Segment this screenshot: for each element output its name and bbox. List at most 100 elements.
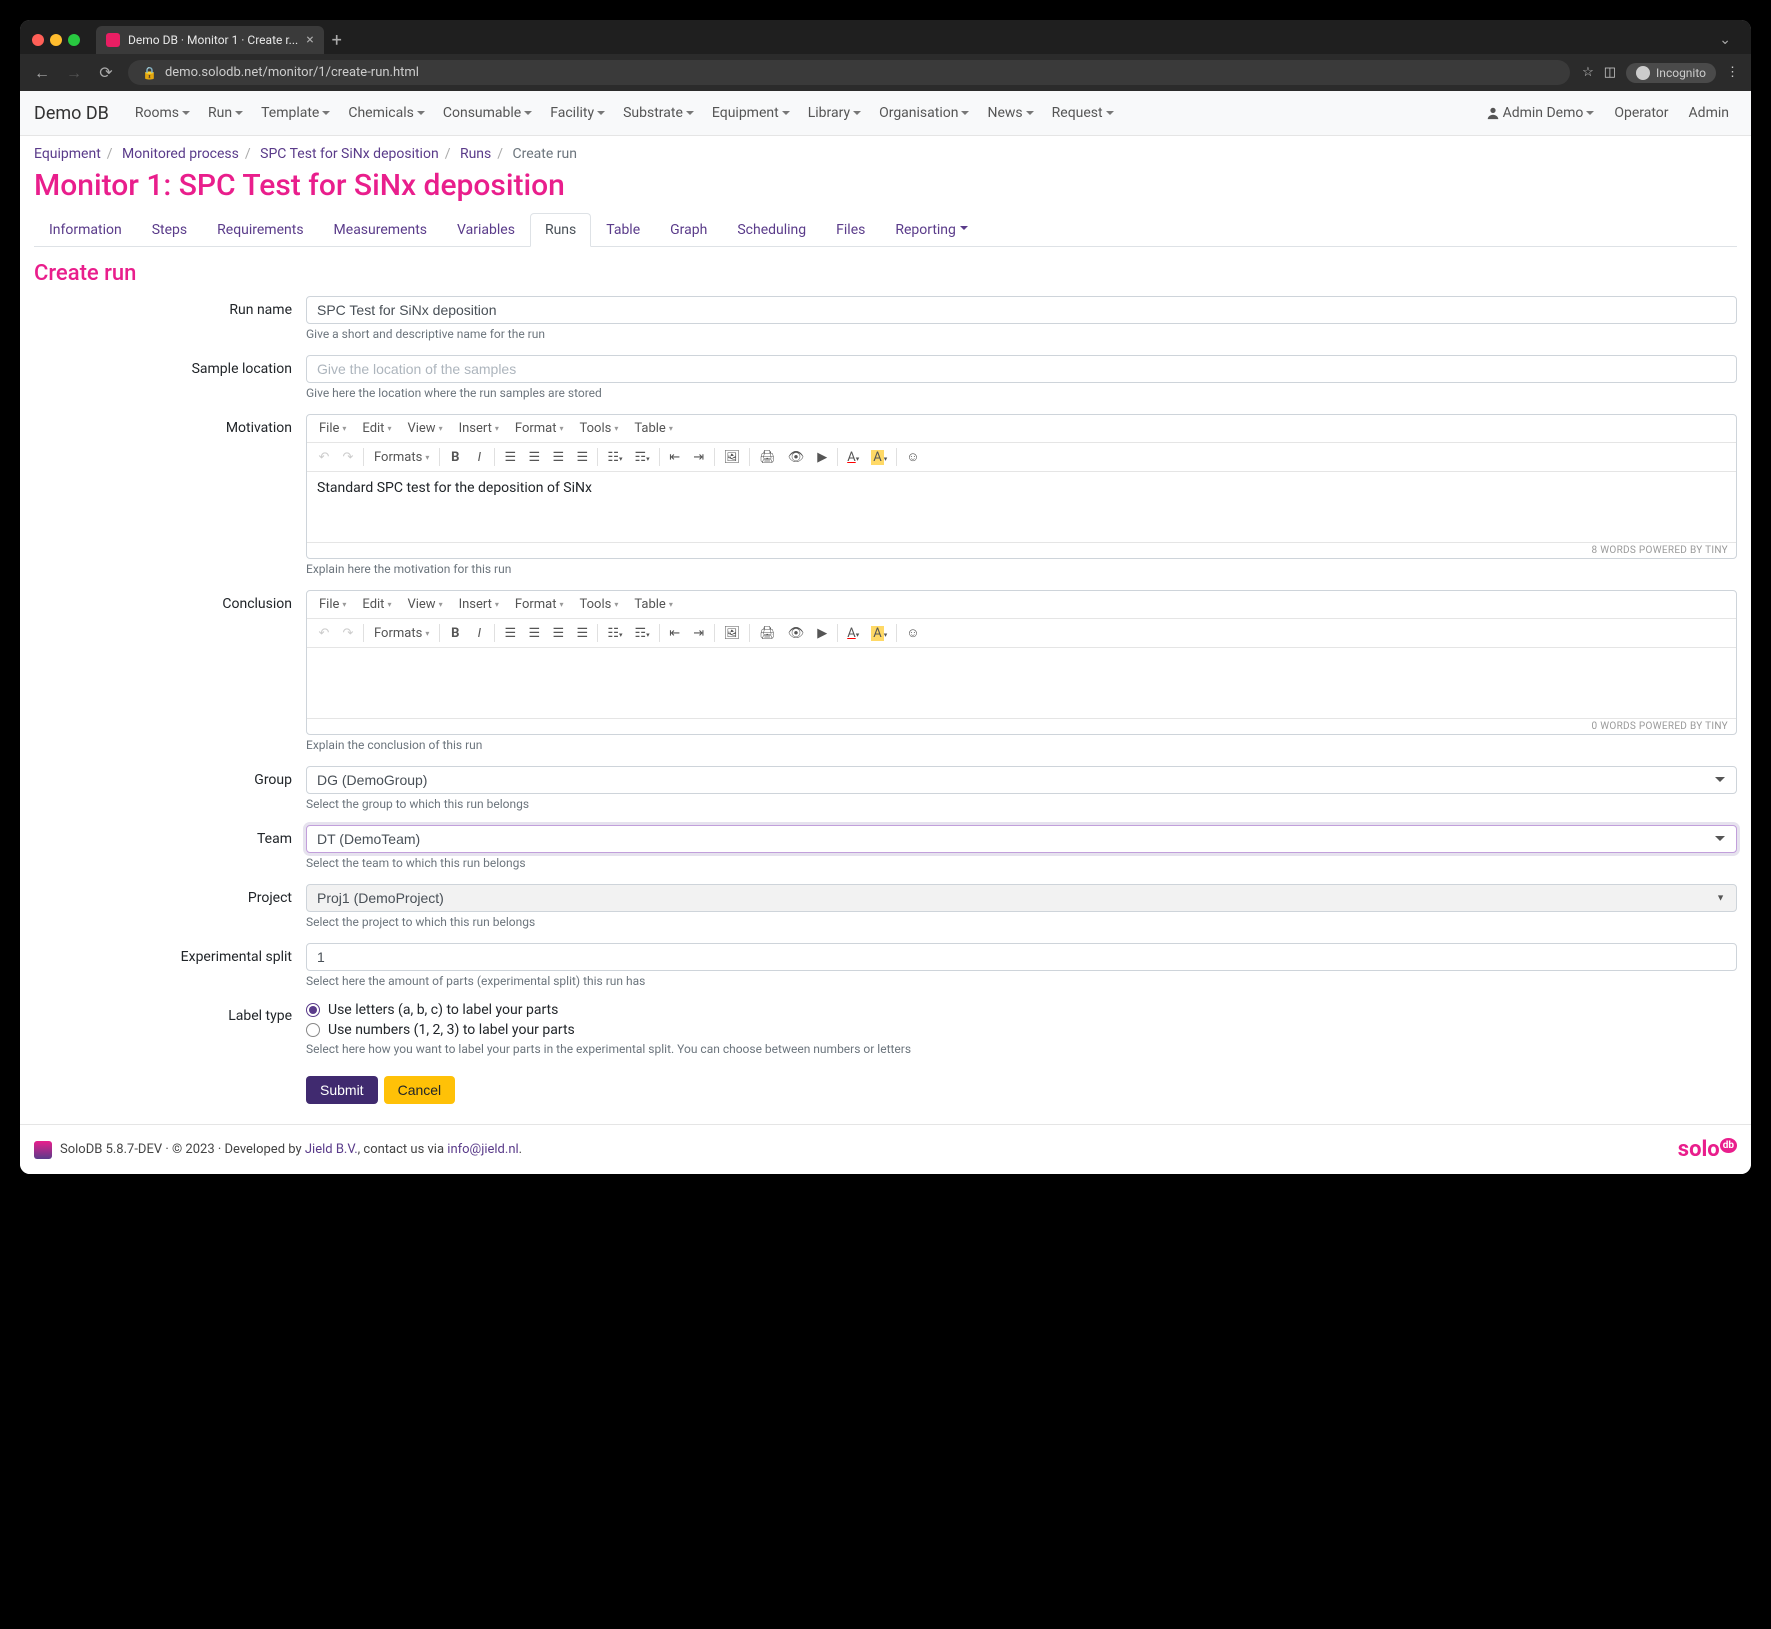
tab-graph[interactable]: Graph [655,213,722,247]
image-icon[interactable]: 🖼 [719,447,746,468]
formats-dropdown[interactable]: Formats▾ [368,447,435,468]
align-justify-icon[interactable]: ☰ [571,447,593,468]
team-select[interactable] [306,825,1737,853]
align-center-icon-2[interactable]: ☰ [523,623,545,644]
nav-user[interactable]: Admin Demo [1478,99,1603,127]
tab-table[interactable]: Table [591,213,655,247]
print-icon-2[interactable]: 🖨 [754,623,781,644]
tiny-insert[interactable]: Insert▾ [453,418,505,439]
italic-icon-2[interactable]: I [468,623,490,644]
bold-icon[interactable]: B [444,447,466,468]
align-left-icon-2[interactable]: ☰ [499,623,521,644]
footer-email-link[interactable]: info@jield.nl [447,1142,518,1157]
url-bar[interactable]: 🔒 demo.solodb.net/monitor/1/create-run.h… [128,60,1570,85]
bold-icon-2[interactable]: B [444,623,466,644]
nav-library[interactable]: Library [800,99,869,127]
nav-admin[interactable]: Admin [1681,99,1737,127]
tiny-tools-2[interactable]: Tools▾ [574,594,625,615]
indent-icon[interactable]: ⇥ [688,447,710,468]
tiny-tools[interactable]: Tools▾ [574,418,625,439]
tab-reporting[interactable]: Reporting [880,213,983,247]
extensions-icon[interactable]: ◫ [1604,65,1616,80]
bullet-list-icon[interactable]: ☷▾ [602,447,627,468]
nav-template[interactable]: Template [253,99,338,127]
nav-rooms[interactable]: Rooms [127,99,198,127]
align-right-icon-2[interactable]: ☰ [547,623,569,644]
formats-dropdown-2[interactable]: Formats▾ [368,623,435,644]
text-color-icon[interactable]: A▾ [842,447,864,468]
undo-icon-2[interactable]: ↶ [313,623,335,644]
radio-letters[interactable] [306,1003,320,1017]
close-tab-icon[interactable]: × [306,32,313,48]
tab-requirements[interactable]: Requirements [202,213,318,247]
redo-icon-2[interactable]: ↷ [337,623,359,644]
breadcrumb-spc[interactable]: SPC Test for SiNx deposition [260,146,439,162]
nav-substrate[interactable]: Substrate [615,99,702,127]
breadcrumb-equipment[interactable]: Equipment [34,146,101,162]
italic-icon[interactable]: I [468,447,490,468]
redo-icon[interactable]: ↷ [337,447,359,468]
emoji-icon[interactable]: ☺ [901,446,924,468]
star-icon[interactable]: ☆ [1582,65,1594,80]
preview-icon-2[interactable]: 👁 [783,623,810,644]
outdent-icon[interactable]: ⇤ [664,447,686,468]
indent-icon-2[interactable]: ⇥ [688,623,710,644]
align-left-icon[interactable]: ☰ [499,447,521,468]
breadcrumb-monitored[interactable]: Monitored process [122,146,239,162]
browser-menu-icon[interactable]: ⋮ [1726,65,1739,80]
run-name-input[interactable] [306,296,1737,324]
media-icon[interactable]: ▶ [811,447,833,468]
submit-button[interactable]: Submit [306,1076,378,1104]
tiny-edit-2[interactable]: Edit▾ [356,594,397,615]
tiny-format-2[interactable]: Format▾ [509,594,570,615]
tiny-view-2[interactable]: View▾ [401,594,448,615]
tab-steps[interactable]: Steps [137,213,202,247]
number-list-icon[interactable]: ☶▾ [630,447,655,468]
minimize-window-icon[interactable] [50,34,62,46]
radio-numbers[interactable] [306,1023,320,1037]
emoji-icon-2[interactable]: ☺ [901,622,924,644]
browser-tab[interactable]: Demo DB · Monitor 1 · Create r... × [96,26,324,54]
tab-runs[interactable]: Runs [530,213,591,247]
tiny-format[interactable]: Format▾ [509,418,570,439]
close-window-icon[interactable] [32,34,44,46]
forward-button[interactable]: → [64,63,84,83]
media-icon-2[interactable]: ▶ [811,623,833,644]
nav-equipment[interactable]: Equipment [704,99,798,127]
nav-facility[interactable]: Facility [542,99,613,127]
tab-overflow-icon[interactable]: ⌄ [1719,32,1731,48]
bg-color-icon-2[interactable]: A▾ [866,623,892,644]
group-select[interactable] [306,766,1737,794]
nav-consumable[interactable]: Consumable [435,99,540,127]
align-justify-icon-2[interactable]: ☰ [571,623,593,644]
cancel-button[interactable]: Cancel [384,1076,456,1104]
image-icon-2[interactable]: 🖼 [719,623,746,644]
nav-operator[interactable]: Operator [1606,99,1676,127]
maximize-window-icon[interactable] [68,34,80,46]
tab-variables[interactable]: Variables [442,213,530,247]
bullet-list-icon-2[interactable]: ☷▾ [602,623,627,644]
align-center-icon[interactable]: ☰ [523,447,545,468]
tab-measurements[interactable]: Measurements [319,213,442,247]
tab-files[interactable]: Files [821,213,880,247]
footer-jield-link[interactable]: Jield B.V. [305,1142,358,1157]
motivation-textarea[interactable]: Standard SPC test for the deposition of … [307,472,1736,542]
tab-scheduling[interactable]: Scheduling [722,213,821,247]
tiny-view[interactable]: View▾ [401,418,448,439]
print-icon[interactable]: 🖨 [754,447,781,468]
sample-location-input[interactable] [306,355,1737,383]
nav-news[interactable]: News [979,99,1041,127]
brand[interactable]: Demo DB [34,103,109,124]
conclusion-textarea[interactable] [307,648,1736,718]
nav-run[interactable]: Run [200,99,251,127]
back-button[interactable]: ← [32,63,52,83]
tiny-insert-2[interactable]: Insert▾ [453,594,505,615]
tiny-table[interactable]: Table▾ [628,418,678,439]
split-input[interactable] [306,943,1737,971]
nav-request[interactable]: Request [1044,99,1122,127]
number-list-icon-2[interactable]: ☶▾ [630,623,655,644]
tiny-edit[interactable]: Edit▾ [356,418,397,439]
preview-icon[interactable]: 👁 [783,447,810,468]
window-controls[interactable] [32,34,80,46]
project-select[interactable] [306,884,1737,912]
